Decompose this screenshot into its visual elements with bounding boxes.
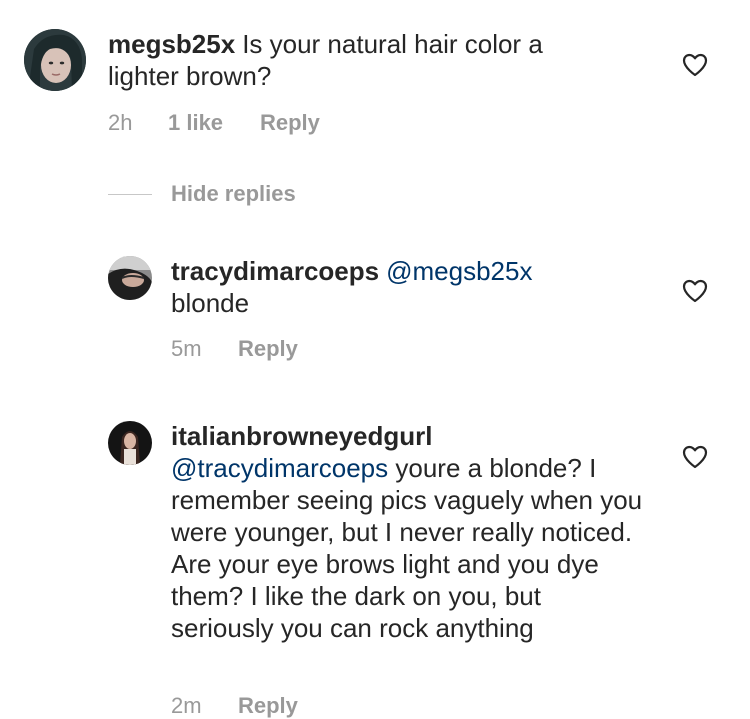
hide-replies-label[interactable]: Hide replies [171, 181, 296, 207]
comment-body: megsb25x Is your natural hair color a lig… [108, 28, 608, 92]
reply-item: tracydimarcoeps @megsb25x blonde 5m Reply [0, 240, 750, 380]
divider [108, 194, 152, 195]
avatar[interactable] [108, 421, 152, 465]
comment-text: blonde [171, 288, 250, 318]
comment-username[interactable]: tracydimarcoeps [171, 256, 379, 286]
comment-body: italianbrowneyedgurl @tracydimarcoeps yo… [171, 420, 647, 644]
reply-button[interactable]: Reply [238, 336, 298, 362]
heart-outline-icon[interactable] [682, 53, 708, 77]
comment-timestamp: 2m [171, 693, 202, 718]
reply-button[interactable]: Reply [238, 693, 298, 719]
comment-item: megsb25x Is your natural hair color a lig… [0, 0, 750, 150]
mention-link[interactable]: @megsb25x [386, 256, 532, 286]
comment-username[interactable]: italianbrowneyedgurl [171, 421, 433, 451]
avatar[interactable] [24, 29, 86, 91]
comment-username[interactable]: megsb25x [108, 29, 235, 59]
reply-button[interactable]: Reply [260, 110, 320, 136]
heart-outline-icon[interactable] [682, 445, 708, 469]
heart-outline-icon[interactable] [682, 279, 708, 303]
comment-timestamp: 5m [171, 336, 202, 361]
comment-meta: 2m Reply [171, 693, 298, 719]
avatar[interactable] [108, 256, 152, 300]
mention-link[interactable]: @tracydimarcoeps [171, 453, 388, 483]
comment-meta: 5m Reply [171, 336, 298, 362]
comment-timestamp: 2h [108, 110, 133, 135]
like-count[interactable]: 1 like [168, 110, 260, 136]
comment-body: tracydimarcoeps @megsb25x blonde [171, 255, 631, 319]
comment-meta: 2h 1 like Reply [108, 110, 320, 136]
reply-item: italianbrowneyedgurl @tracydimarcoeps yo… [0, 405, 750, 718]
